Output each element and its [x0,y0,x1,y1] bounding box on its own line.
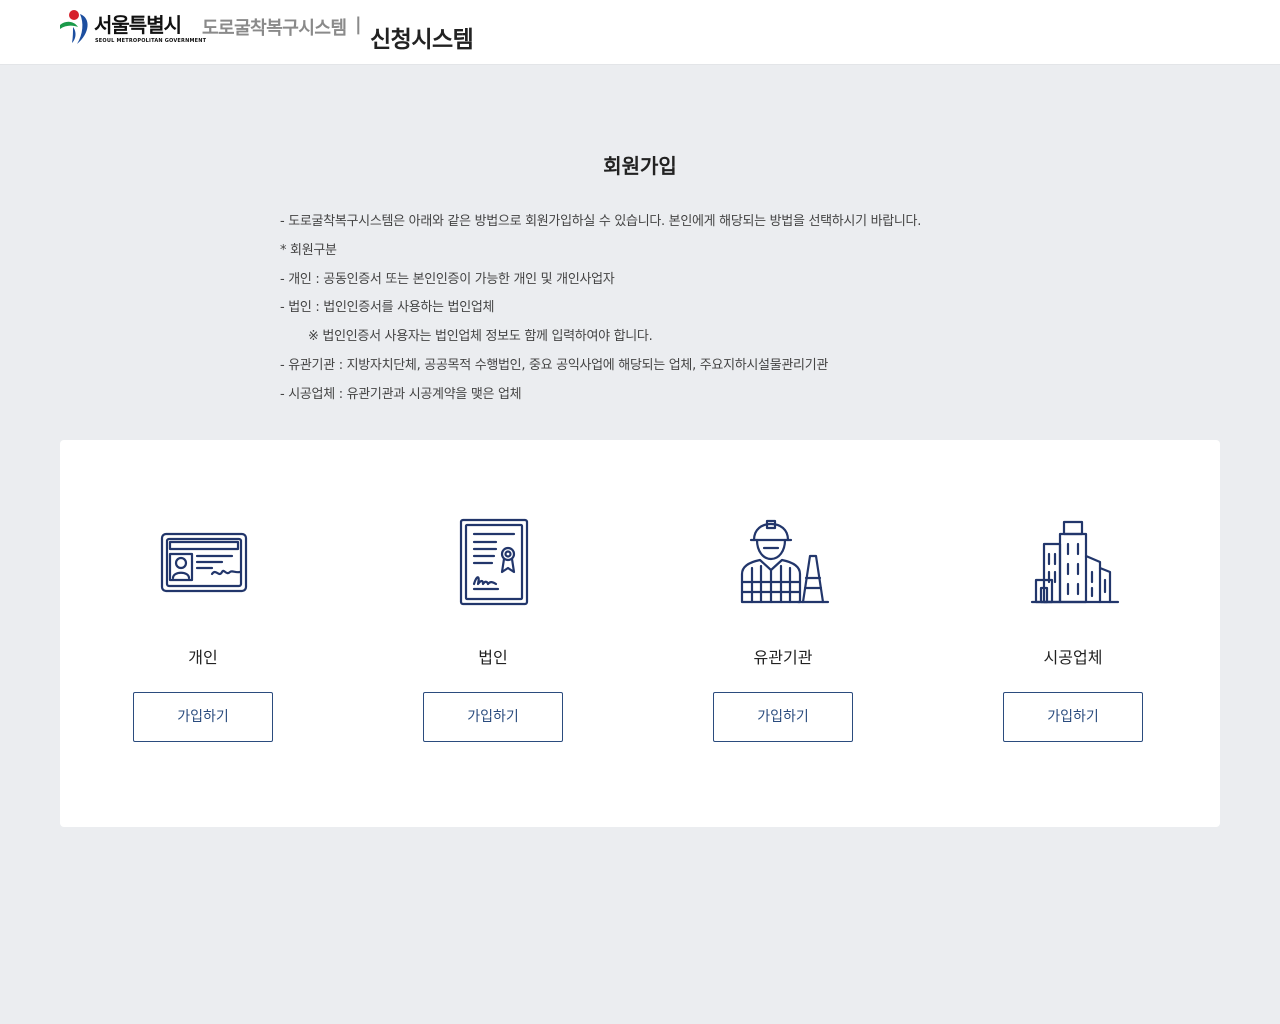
page-title: 회원가입 [603,154,677,178]
app-name: 신청시스템 [370,27,474,53]
option-label: 유관기관 [753,648,813,667]
option-corporation: 법인 가입하기 [350,440,640,827]
certificate-icon [459,518,529,606]
option-label: 법인 [478,648,508,667]
buildings-icon [1030,520,1120,604]
join-corporation-button[interactable]: 가입하기 [423,692,563,742]
option-construction-company: 시공업체 가입하기 [930,440,1220,827]
logo-subtext: SEOUL METROPOLITAN GOVERNMENT [95,38,207,44]
option-related-organization: 유관기관 가입하기 [640,440,930,827]
logo-text: 서울특별시 [94,13,182,37]
title-separator: | [355,14,362,35]
id-card-icon [160,532,248,593]
info-line: * 회원구분 [280,242,337,258]
option-label: 시공업체 [1043,648,1103,667]
info-line: - 유관기관 : 지방자치단체, 공공목적 수행법인, 중요 공익사업에 해당되… [280,357,829,373]
join-construction-company-button[interactable]: 가입하기 [1003,692,1143,742]
info-line: - 개인 : 공동인증서 또는 본인인증이 가능한 개인 및 개인사업자 [280,271,615,287]
system-name: 도로굴착복구시스템 [202,18,347,39]
signup-info: - 도로굴착복구시스템은 아래와 같은 방법으로 회원가입하실 수 있습니다. … [280,212,1040,414]
join-individual-button[interactable]: 가입하기 [133,692,273,742]
info-line: - 법인 : 법인인증서를 사용하는 법인업체 [280,300,495,316]
seoul-logo-mark-icon [60,10,88,44]
join-related-organization-button[interactable]: 가입하기 [713,692,853,742]
info-note: ※ 법인인증서 사용자는 법인업체 정보도 함께 입력하여야 합니다. [308,329,653,345]
seoul-logo[interactable]: 서울특별시 SEOUL METROPOLITAN GOVERNMENT [58,8,206,48]
option-label: 개인 [188,648,218,667]
header-bar: 서울특별시 SEOUL METROPOLITAN GOVERNMENT 도로굴착… [0,0,1280,65]
option-individual: 개인 가입하기 [60,440,350,827]
info-line: - 시공업체 : 유관기관과 시공계약을 맺은 업체 [280,386,522,402]
info-line: - 도로굴착복구시스템은 아래와 같은 방법으로 회원가입하실 수 있습니다. … [280,214,922,229]
member-type-card: 개인 가입하기 법인 가입하기 유관기관 가입하기 시공업체 가입하기 [60,440,1220,827]
construction-worker-icon [740,519,830,604]
